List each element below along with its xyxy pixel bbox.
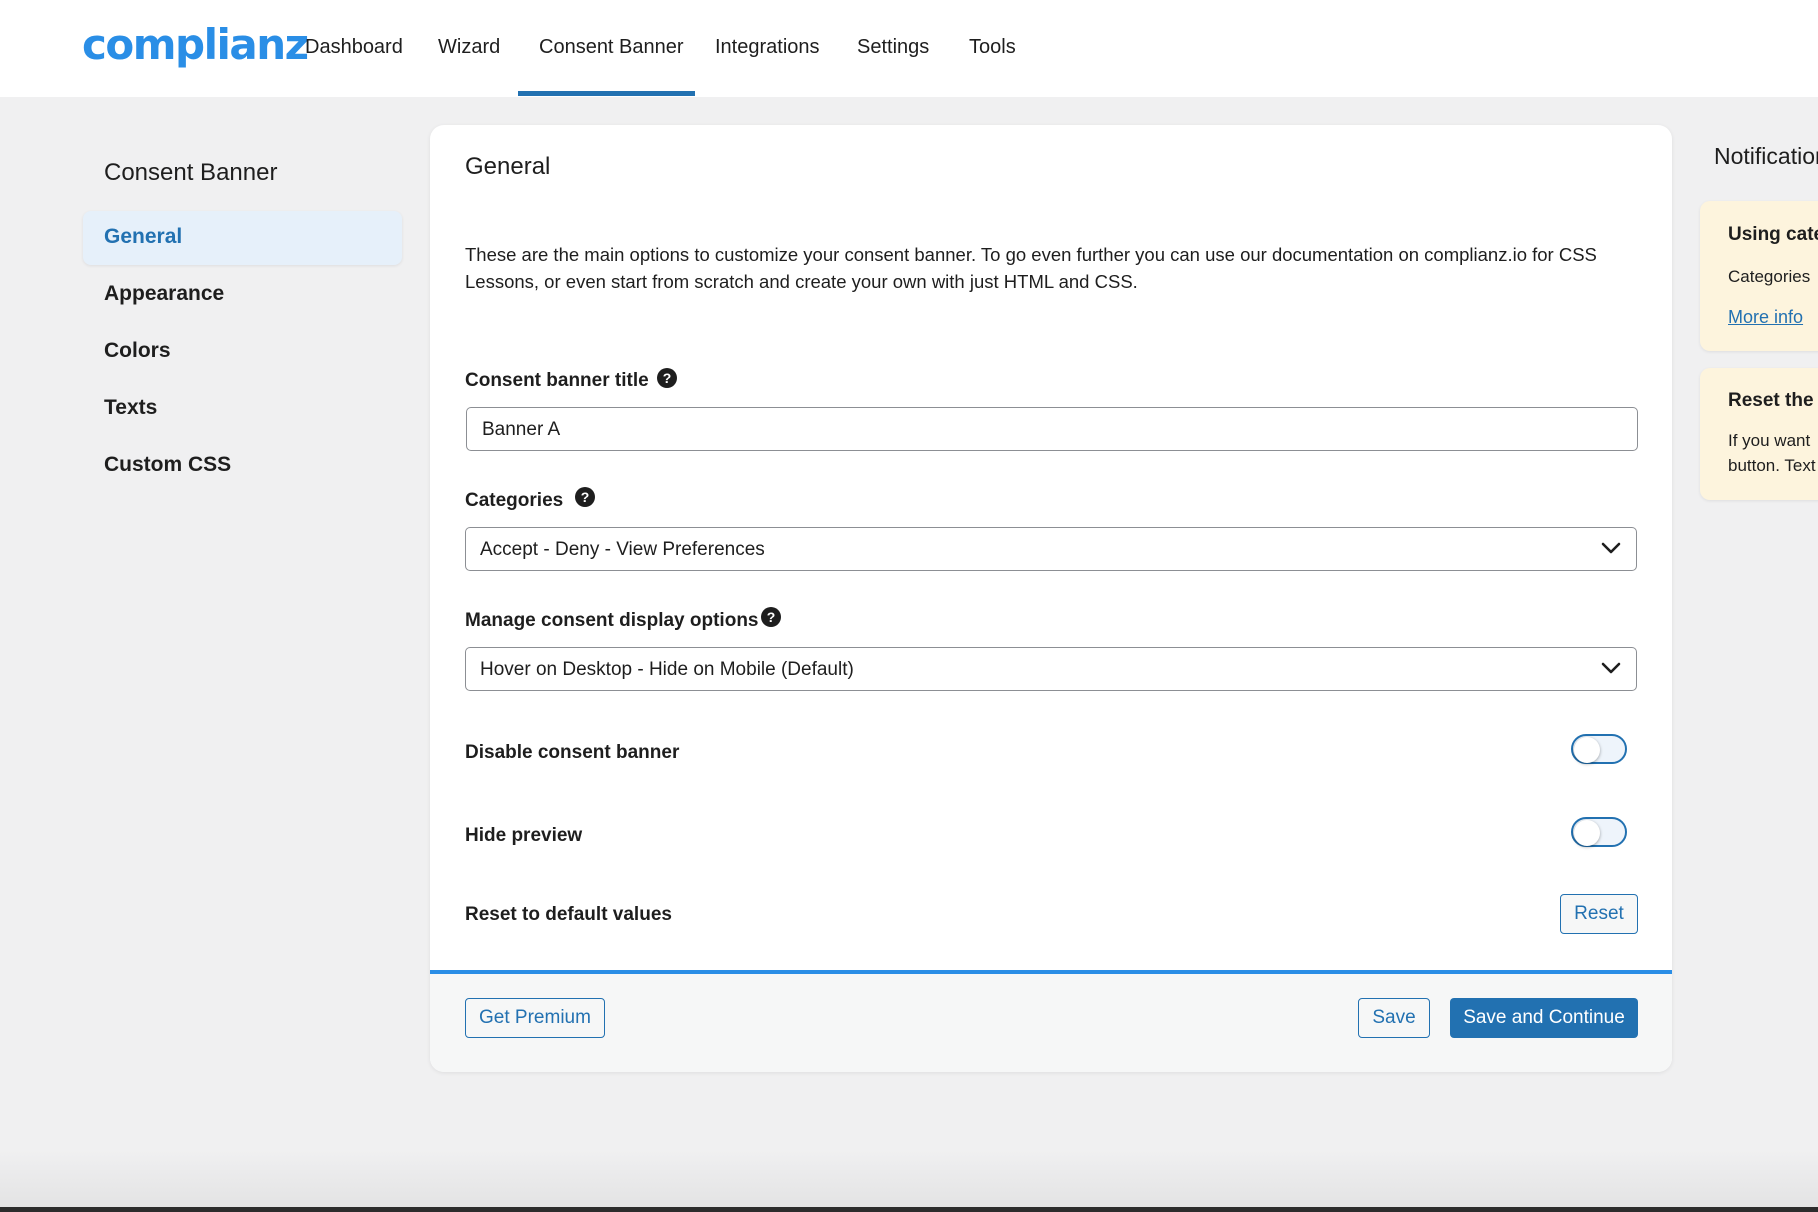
- reset-button[interactable]: Reset: [1560, 894, 1638, 934]
- more-info-link[interactable]: More info: [1728, 307, 1803, 328]
- disable-banner-toggle[interactable]: [1571, 734, 1627, 764]
- nav-tools[interactable]: Tools: [969, 36, 1016, 59]
- notification-body-line: If you want: [1728, 431, 1811, 450]
- sidebar-item-appearance[interactable]: Appearance: [104, 282, 224, 306]
- notifications-title: Notifications: [1714, 143, 1818, 169]
- notification-body-line: button. Text: [1728, 456, 1816, 475]
- categories-select[interactable]: Accept - Deny - View Preferences: [465, 527, 1637, 571]
- display-options-selected-value: Hover on Desktop - Hide on Mobile (Defau…: [480, 659, 854, 680]
- notification-title: Using categories: [1728, 224, 1818, 245]
- question-circle-icon[interactable]: ?: [761, 607, 781, 627]
- card-footer: Get Premium Save Save and Continue: [430, 970, 1672, 1072]
- complianz-logo[interactable]: complianz: [82, 20, 309, 69]
- nav-integrations[interactable]: Integrations: [715, 36, 820, 59]
- chevron-down-icon: [1601, 542, 1621, 554]
- hide-preview-toggle[interactable]: [1571, 817, 1627, 847]
- card-title: General: [465, 153, 551, 180]
- nav-consent-banner[interactable]: Consent Banner: [539, 36, 684, 59]
- question-circle-icon[interactable]: ?: [575, 487, 595, 507]
- question-circle-icon[interactable]: ?: [657, 368, 677, 388]
- card-description: These are the main options to customize …: [465, 244, 1597, 292]
- display-options-label: Manage consent display options: [465, 610, 759, 631]
- hide-preview-label: Hide preview: [465, 825, 583, 846]
- save-button[interactable]: Save: [1358, 998, 1430, 1038]
- chevron-down-icon: [1601, 662, 1621, 674]
- top-navigation-bar: complianz Dashboard Wizard Consent Banne…: [0, 0, 1818, 97]
- categories-selected-value: Accept - Deny - View Preferences: [480, 539, 765, 560]
- nav-active-indicator: [518, 91, 695, 96]
- sidebar-item-general[interactable]: General: [104, 225, 182, 249]
- nav-dashboard[interactable]: Dashboard: [305, 36, 403, 59]
- display-options-select[interactable]: Hover on Desktop - Hide on Mobile (Defau…: [465, 647, 1637, 691]
- toggle-knob: [1574, 737, 1600, 763]
- sidebar-item-custom-css[interactable]: Custom CSS: [104, 453, 231, 477]
- get-premium-button[interactable]: Get Premium: [465, 998, 605, 1038]
- notification-body: Categories: [1728, 267, 1811, 286]
- disable-banner-label: Disable consent banner: [465, 742, 680, 763]
- sidebar-item-colors[interactable]: Colors: [104, 339, 171, 363]
- notification-card: Using categories Categories More info: [1700, 201, 1818, 351]
- banner-title-label: Consent banner title: [465, 370, 649, 391]
- nav-settings[interactable]: Settings: [857, 36, 929, 59]
- notification-title: Reset the: [1728, 390, 1814, 411]
- banner-title-input[interactable]: Banner A: [466, 407, 1638, 451]
- toggle-knob: [1574, 820, 1600, 846]
- general-settings-card: General These are the main options to cu…: [430, 125, 1672, 1072]
- banner-title-value: Banner A: [482, 419, 561, 440]
- categories-label: Categories: [465, 490, 564, 511]
- sidebar-title: Consent Banner: [104, 159, 278, 186]
- sidebar-item-texts[interactable]: Texts: [104, 396, 157, 420]
- reset-defaults-label: Reset to default values: [465, 904, 672, 925]
- bottom-edge: [0, 1207, 1818, 1212]
- bottom-shade: [0, 1150, 1818, 1212]
- notification-card: Reset the If you want button. Text: [1700, 368, 1818, 500]
- save-and-continue-button[interactable]: Save and Continue: [1450, 998, 1638, 1038]
- nav-wizard[interactable]: Wizard: [438, 36, 500, 59]
